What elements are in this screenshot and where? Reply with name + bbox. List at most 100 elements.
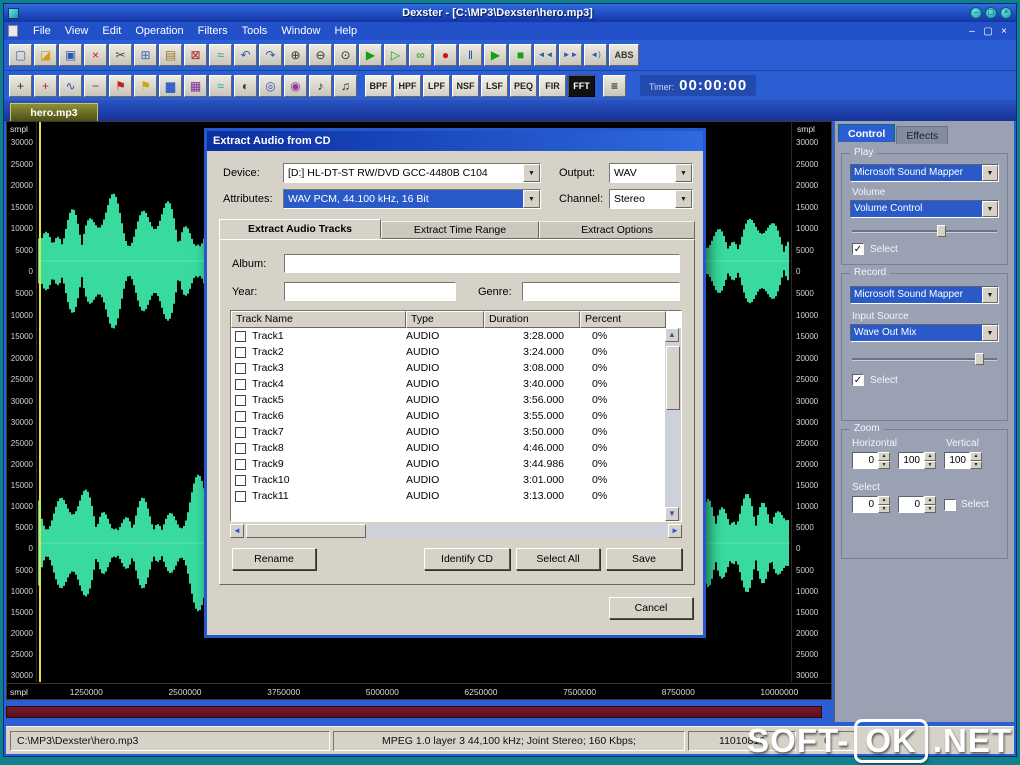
cycle-icon[interactable]: ◎ [259,74,282,97]
menu-item[interactable]: Filters [191,24,235,38]
track-checkbox[interactable] [235,410,246,422]
mdi-restore-button[interactable]: ▢ [980,26,996,37]
dropdown-arrow-icon[interactable]: ▼ [523,164,540,182]
track-checkbox[interactable] [235,442,246,454]
filter-button[interactable]: FFT [568,74,595,97]
track-checkbox[interactable] [235,458,246,470]
spin-up-icon[interactable]: ▲ [878,452,890,461]
close-file-icon[interactable]: × [84,44,107,66]
horizontal-scrollbar[interactable]: ◄ ► [230,524,682,538]
play-select-checkbox[interactable]: ✓ [852,243,864,255]
tab-effects[interactable]: Effects [896,126,949,144]
record-select-checkbox[interactable]: ✓ [852,374,864,386]
tab-extract-audio-tracks[interactable]: Extract Audio Tracks [219,219,381,239]
input-source-combo[interactable]: Wave Out Mix ▼ [850,324,999,342]
dropdown-arrow-icon[interactable]: ▼ [982,201,998,217]
filter-button[interactable]: BPF [365,74,392,97]
mixer-icon[interactable]: ≡ [603,74,626,97]
table-row[interactable]: Track7 AUDIO 3:50.000 0% [231,424,665,440]
cancel-button[interactable]: Cancel [609,597,693,619]
spin-down-icon[interactable]: ▼ [878,504,890,513]
play-device-combo[interactable]: Microsoft Sound Mapper ▼ [850,164,999,182]
column-header[interactable]: Duration [484,311,580,328]
record-device-combo[interactable]: Microsoft Sound Mapper ▼ [850,286,999,304]
filter-button[interactable]: LPF [423,74,450,97]
table-row[interactable]: Track4 AUDIO 3:40.000 0% [231,376,665,392]
spin-down-icon[interactable]: ▼ [878,460,890,469]
menu-item[interactable]: View [58,24,96,38]
filter-button[interactable]: HPF [394,74,421,97]
play-from-start-icon[interactable]: ◄◄ [534,44,557,66]
album-input[interactable] [284,254,680,273]
v-zoom-spinner[interactable]: 100 ▲ ▼ [944,452,982,469]
tab-extract-options[interactable]: Extract Options [539,221,695,239]
spin-down-icon[interactable]: ▼ [924,504,936,513]
table-row[interactable]: Track5 AUDIO 3:56.000 0% [231,392,665,408]
maximize-button[interactable]: ▢ [985,7,997,19]
scroll-up-icon[interactable]: ▲ [665,328,679,342]
select-all-button[interactable]: Select All [516,548,600,570]
note-icon[interactable]: ♪ [309,74,332,97]
save-file-icon[interactable]: ▣ [59,44,82,66]
zoom-out-icon[interactable]: ⊖ [309,44,332,66]
track-checkbox[interactable] [235,474,246,486]
menu-item[interactable]: Window [274,24,327,38]
identify-cd-button[interactable]: Identify CD [424,548,510,570]
spin-down-icon[interactable]: ▼ [924,460,936,469]
spin-up-icon[interactable]: ▲ [924,496,936,505]
scroll-right-icon[interactable]: ► [668,524,682,538]
save-button[interactable]: Save [606,548,682,570]
column-header[interactable]: Percent [580,311,666,328]
year-input[interactable] [284,282,456,301]
column-header[interactable]: Type [406,311,484,328]
zoom-selection-icon[interactable]: ⊙ [334,44,357,66]
overview-scrollbar[interactable] [6,706,822,718]
track-checkbox[interactable] [235,346,246,358]
table-row[interactable]: Track3 AUDIO 3:08.000 0% [231,360,665,376]
track-checkbox[interactable] [235,394,246,406]
add-marker-icon[interactable]: + [34,74,57,97]
redo-icon[interactable]: ↷ [259,44,282,66]
spectrum-icon[interactable]: ▆ [159,74,182,97]
zoom-select-checkbox[interactable] [944,498,956,511]
minimize-button[interactable]: – [970,7,982,19]
filter-button[interactable]: FIR [539,74,566,97]
stats-icon[interactable]: ▦ [184,74,207,97]
menu-item[interactable]: Help [327,24,364,38]
stop-icon[interactable]: ■ [509,44,532,66]
table-row[interactable]: Track1 AUDIO 3:28.000 0% [231,328,665,344]
record-icon[interactable]: ● [434,44,457,66]
h-position-spinner[interactable]: 0 ▲ ▼ [852,452,890,469]
play-to-end-icon[interactable]: ►► [559,44,582,66]
document-tab-hero-mp3[interactable]: hero.mp3 [10,103,98,121]
vertical-scrollbar[interactable]: ▲ ▼ [665,328,681,521]
volume-device-combo[interactable]: Volume Control ▼ [850,200,999,218]
scrollbar-thumb[interactable] [246,524,366,538]
track-checkbox[interactable] [235,330,246,342]
notes-icon[interactable]: ♫ [334,74,357,97]
cyan-wave-icon[interactable]: ≈ [209,74,232,97]
slider-thumb[interactable] [936,225,946,237]
device-combo[interactable]: [D:] HL-DT-ST RW/DVD GCC-4480B C104 ▼ [283,163,541,183]
track-checkbox[interactable] [235,362,246,374]
mix-icon[interactable]: ≈ [209,44,232,66]
yellow-flag-icon[interactable]: ⚑ [134,74,157,97]
copy-icon[interactable]: ⊞ [134,44,157,66]
filter-button[interactable]: NSF [452,74,479,97]
paste-icon[interactable]: ▤ [159,44,182,66]
menu-item[interactable]: Operation [128,24,190,38]
play-volume-slider[interactable] [852,224,997,237]
close-button[interactable]: × [1000,7,1012,19]
mdi-close-button[interactable]: × [996,26,1012,37]
cut-icon[interactable]: ✂ [109,44,132,66]
pan-icon[interactable]: + [9,74,32,97]
rename-button[interactable]: Rename [232,548,316,570]
tab-control[interactable]: Control [838,124,896,142]
track-checkbox[interactable] [235,490,246,502]
dropdown-arrow-icon[interactable]: ▼ [982,165,998,181]
menu-item[interactable]: File [26,24,58,38]
pause-icon[interactable]: ‖ [459,44,482,66]
h-zoom-spinner[interactable]: 100 ▲ ▼ [898,452,936,469]
spin-up-icon[interactable]: ▲ [970,452,982,461]
scroll-left-icon[interactable]: ◄ [230,524,244,538]
